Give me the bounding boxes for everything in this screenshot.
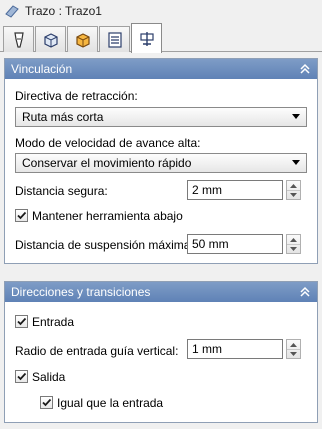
checkmark-icon — [17, 317, 27, 326]
tab-tool[interactable] — [3, 26, 34, 52]
vertical-lead-radius-label: Radio de entrada guía vertical: — [15, 344, 179, 358]
same-as-entry-checkbox[interactable] — [40, 396, 53, 409]
dropdown-arrow-icon — [292, 160, 300, 165]
spin-up-icon[interactable] — [290, 237, 297, 242]
retract-label: Directiva de retracción: — [15, 89, 138, 103]
checkmark-icon — [17, 372, 27, 381]
directions-panel-title: Direcciones y transiciones — [11, 285, 151, 299]
safe-distance-spinner[interactable] — [286, 180, 301, 200]
title-bar: Trazo : Trazo1 — [0, 0, 322, 22]
collapse-chevron-icon[interactable] — [298, 62, 312, 76]
collapse-chevron-icon[interactable] — [298, 285, 312, 299]
spin-up-icon[interactable] — [290, 342, 297, 347]
keep-tool-down-checkbox[interactable] — [15, 209, 28, 222]
linking-panel-header[interactable]: Vinculación — [5, 59, 317, 79]
spin-down-icon[interactable] — [290, 352, 297, 356]
max-stay-distance-spinner[interactable] — [286, 234, 301, 254]
entry-checkbox[interactable] — [15, 315, 28, 328]
parameters-list-icon — [107, 31, 122, 48]
spin-down-icon[interactable] — [290, 193, 297, 197]
window-title: Trazo : Trazo1 — [25, 4, 102, 18]
same-as-entry-label: Igual que la entrada — [57, 396, 164, 410]
tool-icon — [13, 31, 24, 48]
feed-mode-select[interactable]: Conservar el movimiento rápido — [15, 153, 307, 173]
tab-linking[interactable] — [131, 23, 162, 53]
exit-checkbox[interactable] — [15, 370, 28, 383]
max-stay-distance-label: Distancia de suspensión máxima: — [15, 238, 194, 252]
linking-panel-title: Vinculación — [11, 62, 73, 76]
stock-box-icon — [43, 32, 58, 48]
retract-select[interactable]: Ruta más corta — [15, 107, 307, 127]
max-stay-distance-input[interactable]: 50 mm — [187, 234, 283, 254]
directions-panel: Direcciones y transiciones Entrada Radio… — [4, 281, 318, 423]
tab-limits[interactable] — [67, 26, 98, 52]
safe-distance-input[interactable]: 2 mm — [187, 180, 283, 200]
exit-label: Salida — [32, 370, 66, 384]
feed-mode-select-value: Conservar el movimiento rápido — [22, 156, 192, 170]
retract-select-value: Ruta más corta — [22, 110, 104, 124]
spin-down-icon[interactable] — [290, 247, 297, 251]
linking-panel: Vinculación Directiva de retracción: Rut… — [4, 58, 318, 264]
dropdown-arrow-icon — [292, 114, 300, 119]
vertical-lead-radius-spinner[interactable] — [286, 339, 301, 359]
checkmark-icon — [42, 398, 52, 407]
tab-parameters[interactable] — [99, 26, 130, 52]
spin-up-icon[interactable] — [290, 183, 297, 188]
vertical-lead-radius-input[interactable]: 1 mm — [187, 339, 283, 359]
checkmark-icon — [17, 211, 27, 220]
safe-distance-label: Distancia segura: — [15, 184, 108, 198]
tab-bar — [0, 22, 322, 53]
limits-box-icon — [75, 32, 90, 48]
tab-stock[interactable] — [35, 26, 66, 52]
entry-label: Entrada — [32, 315, 75, 329]
directions-panel-header[interactable]: Direcciones y transiciones — [5, 282, 317, 302]
linking-icon — [139, 31, 154, 46]
trace-icon — [5, 5, 19, 18]
keep-tool-down-label: Mantener herramienta abajo — [32, 209, 183, 223]
feed-mode-label: Modo de velocidad de avance alta: — [15, 136, 201, 150]
